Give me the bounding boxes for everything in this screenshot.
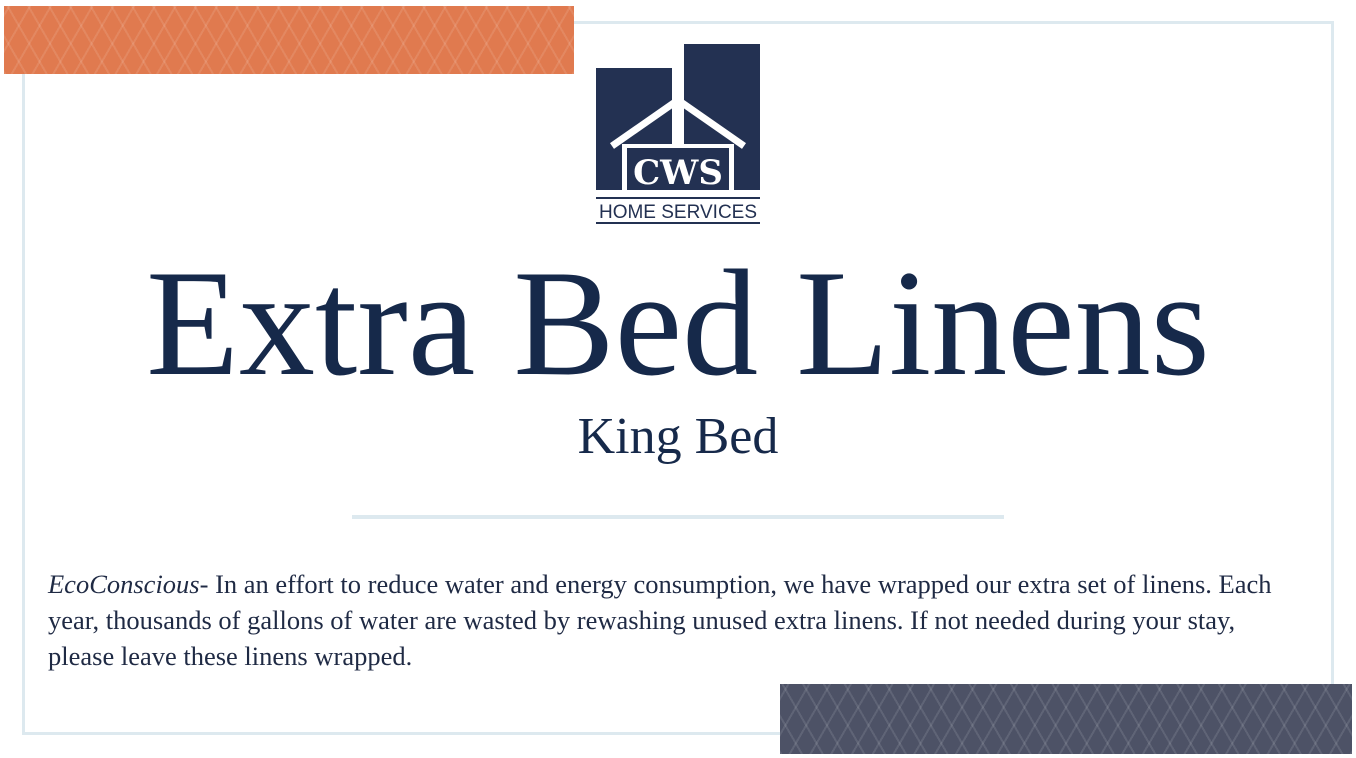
orange-accent-band [4,6,574,74]
eco-note-lead: EcoConscious [48,569,200,599]
eco-note: EcoConscious- In an effort to reduce wat… [48,566,1298,674]
cws-logo-graphic: CWS HOME SERVICES [596,44,760,224]
eco-note-text: - In an effort to reduce water and energ… [48,569,1272,671]
section-divider [352,515,1004,519]
logo-tagline-text: HOME SERVICES [599,202,757,223]
sign-subtitle: King Bed [577,408,779,465]
navy-accent-band [780,684,1352,754]
sign-title: Extra Bed Linens [146,239,1210,407]
cws-logo: CWS HOME SERVICES [594,44,762,226]
logo-brand-text: CWS [633,153,723,193]
